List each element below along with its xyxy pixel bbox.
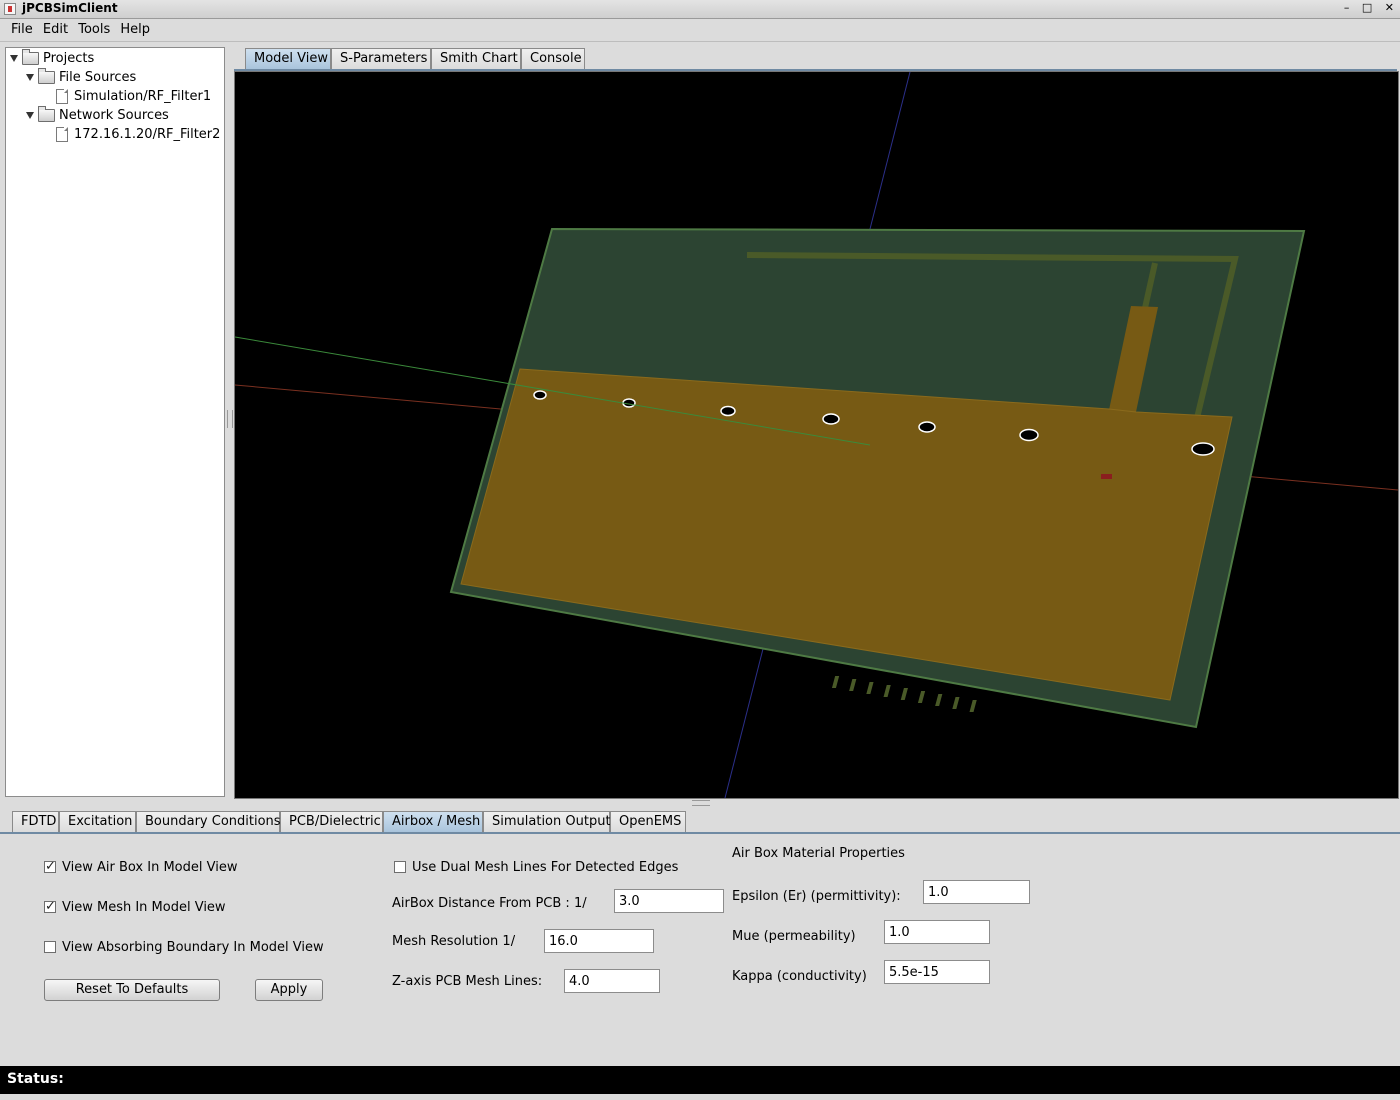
checkbox-label: View Absorbing Boundary In Model View bbox=[62, 940, 324, 955]
tab-console[interactable]: Console bbox=[521, 48, 585, 69]
checkbox-label: View Mesh In Model View bbox=[62, 900, 226, 915]
status-label: Status: bbox=[7, 1071, 64, 1087]
horizontal-split-handle[interactable] bbox=[692, 800, 710, 806]
checkbox-label: View Air Box In Model View bbox=[62, 860, 238, 875]
settings-tab-divider bbox=[0, 832, 1400, 834]
view-tabs: Model View S-Parameters Smith Chart Cons… bbox=[245, 48, 1395, 70]
tab-boundary-conditions[interactable]: Boundary Conditions bbox=[136, 811, 281, 832]
checkbox-unchecked-icon[interactable] bbox=[394, 861, 406, 873]
tree-node-rf-filter1[interactable]: Simulation/RF_Filter1 bbox=[56, 88, 211, 106]
app-icon bbox=[4, 3, 16, 15]
z-axis-mesh-lines-label: Z-axis PCB Mesh Lines: bbox=[392, 974, 543, 989]
tree-label: Network Sources bbox=[59, 108, 169, 123]
airbox-distance-input[interactable] bbox=[614, 889, 724, 913]
tab-fdtd[interactable]: FDTD bbox=[12, 811, 59, 832]
menu-tools[interactable]: Tools bbox=[75, 22, 113, 37]
kappa-input[interactable] bbox=[884, 960, 990, 984]
z-axis-mesh-lines-input[interactable] bbox=[564, 969, 660, 993]
expand-arrow-icon[interactable] bbox=[26, 74, 34, 81]
checkbox-checked-icon[interactable] bbox=[44, 858, 56, 876]
window-controls: – □ ✕ bbox=[1335, 1, 1394, 14]
epsilon-label: Epsilon (Er) (permittivity): bbox=[732, 889, 901, 904]
tree-label: Projects bbox=[43, 51, 95, 66]
reset-to-defaults-button[interactable]: Reset To Defaults bbox=[44, 979, 220, 1001]
epsilon-input[interactable] bbox=[923, 880, 1030, 904]
file-icon bbox=[56, 127, 68, 142]
status-bar: Status: bbox=[0, 1066, 1400, 1094]
mue-label: Mue (permeability) bbox=[732, 929, 856, 944]
mesh-resolution-label: Mesh Resolution 1/ bbox=[392, 934, 516, 949]
pcb-3d-render bbox=[235, 72, 1398, 798]
view-mesh-checkbox[interactable]: View Mesh In Model View bbox=[44, 898, 226, 917]
menu-bar: File Edit Tools Help bbox=[0, 19, 1400, 42]
tree-label: 172.16.1.20/RF_Filter2 bbox=[74, 127, 221, 142]
tab-excitation[interactable]: Excitation bbox=[59, 811, 136, 832]
close-button[interactable]: ✕ bbox=[1385, 1, 1394, 14]
minimize-button[interactable]: – bbox=[1344, 1, 1350, 14]
tree-node-projects[interactable]: Projects bbox=[10, 49, 95, 68]
title-bar: jPCBSimClient – □ ✕ bbox=[0, 0, 1400, 19]
view-absorbing-boundary-checkbox[interactable]: View Absorbing Boundary In Model View bbox=[44, 939, 324, 957]
tab-model-view[interactable]: Model View bbox=[245, 48, 331, 69]
checkbox-label: Use Dual Mesh Lines For Detected Edges bbox=[412, 860, 679, 875]
tree-label: Simulation/RF_Filter1 bbox=[74, 89, 212, 104]
tree-node-file-sources[interactable]: File Sources bbox=[26, 68, 137, 87]
tab-airbox-mesh[interactable]: Airbox / Mesh bbox=[383, 811, 483, 832]
model-view-canvas[interactable] bbox=[234, 71, 1399, 799]
airbox-distance-label: AirBox Distance From PCB : 1/ bbox=[392, 896, 587, 911]
project-tree: Projects File Sources Simulation/RF_Filt… bbox=[5, 47, 225, 797]
apply-button[interactable]: Apply bbox=[255, 979, 323, 1001]
menu-edit[interactable]: Edit bbox=[40, 22, 71, 37]
kappa-label: Kappa (conductivity) bbox=[732, 969, 867, 984]
tab-openems[interactable]: OpenEMS bbox=[610, 811, 686, 832]
menu-file[interactable]: File bbox=[8, 22, 36, 37]
tree-node-network-sources[interactable]: Network Sources bbox=[26, 106, 169, 125]
expand-arrow-icon[interactable] bbox=[26, 112, 34, 119]
mue-input[interactable] bbox=[884, 920, 990, 944]
file-icon bbox=[56, 89, 68, 104]
dual-mesh-lines-checkbox[interactable]: Use Dual Mesh Lines For Detected Edges bbox=[394, 859, 678, 877]
tab-s-parameters[interactable]: S-Parameters bbox=[331, 48, 431, 69]
maximize-button[interactable]: □ bbox=[1362, 1, 1372, 14]
checkbox-checked-icon[interactable] bbox=[44, 898, 56, 916]
view-air-box-checkbox[interactable]: View Air Box In Model View bbox=[44, 858, 238, 877]
menu-help[interactable]: Help bbox=[117, 22, 153, 37]
tab-simulation-output[interactable]: Simulation Output bbox=[483, 811, 611, 832]
mesh-resolution-input[interactable] bbox=[544, 929, 654, 953]
material-properties-heading: Air Box Material Properties bbox=[732, 846, 905, 861]
tree-label: File Sources bbox=[59, 70, 137, 85]
expand-arrow-icon[interactable] bbox=[10, 55, 18, 62]
tree-node-rf-filter2[interactable]: 172.16.1.20/RF_Filter2 bbox=[56, 126, 220, 144]
folder-icon bbox=[22, 49, 39, 65]
window-title: jPCBSimClient bbox=[22, 1, 118, 15]
tab-smith-chart[interactable]: Smith Chart bbox=[431, 48, 521, 69]
folder-icon bbox=[38, 106, 55, 122]
settings-tabs: FDTD Excitation Boundary Conditions PCB/… bbox=[12, 811, 1392, 833]
checkbox-unchecked-icon[interactable] bbox=[44, 941, 56, 953]
excitation-port-marker bbox=[1101, 474, 1112, 479]
folder-icon bbox=[38, 68, 55, 84]
airbox-mesh-panel: View Air Box In Model View View Mesh In … bbox=[0, 836, 1400, 1064]
vertical-split-handle[interactable] bbox=[227, 410, 233, 428]
tab-pcb-dielectric[interactable]: PCB/Dielectric bbox=[280, 811, 383, 832]
